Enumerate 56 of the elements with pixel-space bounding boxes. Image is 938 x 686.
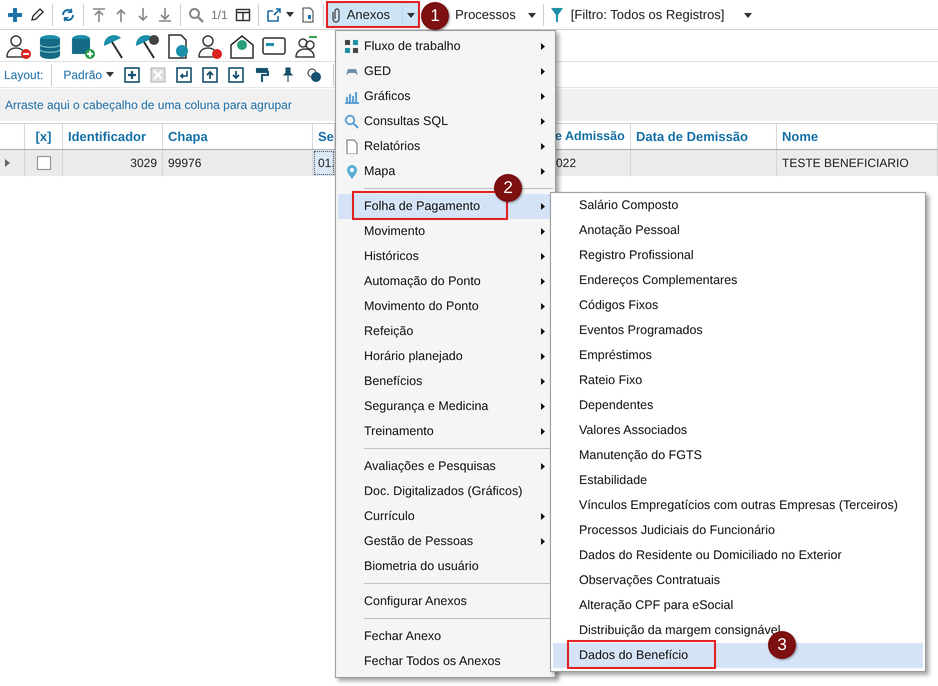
column-header[interactable]: Data de Demissão	[631, 124, 777, 149]
menu-item[interactable]: Valores Associados	[553, 418, 923, 443]
menu-item[interactable]: Anotação Pessoal	[553, 218, 923, 243]
menu-item[interactable]: Dados do Residente ou Domiciliado no Exterior	[553, 543, 923, 568]
menu-item[interactable]: Manutenção do FGTS	[553, 443, 923, 468]
menu-item[interactable]: Segurança e Medicina	[338, 394, 553, 419]
menu-item[interactable]: Movimento do Ponto	[338, 294, 553, 319]
menu-item[interactable]: Avaliações e Pesquisas	[338, 454, 553, 479]
layout-label: Layout:	[4, 66, 44, 84]
group-by-hint: Arraste aqui o cabeçalho de uma coluna para agrupar	[5, 97, 292, 114]
menu-item[interactable]: Eventos Programados	[553, 318, 923, 343]
table-cell: 01.	[313, 150, 335, 176]
menu-item[interactable]: Códigos Fixos	[553, 293, 923, 318]
column-header[interactable]: Identificador	[63, 124, 163, 149]
column-header[interactable]: Chapa	[163, 124, 313, 149]
layout-dropdown[interactable]: Padrão	[60, 64, 118, 86]
menu-item[interactable]: Fechar Anexo	[338, 624, 553, 649]
menu-item[interactable]: Dependentes	[553, 393, 923, 418]
menu-item[interactable]: Configurar Anexos	[338, 589, 553, 614]
menu-item[interactable]: Refeição	[338, 319, 553, 344]
menu-item[interactable]: Folha de Pagamento	[338, 194, 553, 219]
menu-item[interactable]: Observações Contratuais	[553, 568, 923, 593]
step-number: 1	[421, 2, 450, 30]
menu-item[interactable]: Automação do Ponto	[338, 269, 553, 294]
menu-item[interactable]: Consultas SQL	[338, 109, 553, 134]
menu-item[interactable]: Relatórios	[338, 134, 553, 159]
menu-item[interactable]: Registro Profissional	[553, 243, 923, 268]
menu-item[interactable]: Fechar Todos os Anexos	[338, 649, 553, 674]
menu-item[interactable]: Horário planejado	[338, 344, 553, 369]
attachments-button[interactable]: Anexos	[328, 2, 418, 26]
menu-item[interactable]: Movimento	[338, 219, 553, 244]
menu-item[interactable]: Treinamento	[338, 419, 553, 444]
menu-item[interactable]: Gráficos	[338, 84, 553, 109]
table-cell: 3029	[63, 150, 163, 176]
table-cell: TESTE BENEFICIARIO	[777, 150, 938, 176]
menu-item[interactable]: Currículo	[338, 504, 553, 529]
menu-item[interactable]: Rateio Fixo	[553, 368, 923, 393]
menu-item[interactable]: Doc. Digitalizados (Gráficos)	[338, 479, 553, 504]
column-header[interactable]: [x]	[25, 124, 63, 149]
page-counter: 1/1	[210, 6, 229, 24]
menu-item[interactable]: Alteração CPF para eSocial	[553, 593, 923, 618]
menu-item[interactable]: Empréstimos	[553, 343, 923, 368]
menu-item[interactable]: Fluxo de trabalho	[338, 34, 553, 59]
column-header[interactable]: Nome	[777, 124, 938, 149]
menu-item[interactable]: Benefícios	[338, 369, 553, 394]
processes-button[interactable]: Processos	[452, 2, 539, 26]
menu-item[interactable]: GED	[338, 59, 553, 84]
menu-item[interactable]: Históricos	[338, 244, 553, 269]
menu-item[interactable]: Biometria do usuário	[338, 554, 553, 579]
filter-button[interactable]: [Filtro: Todos os Registros]	[548, 2, 756, 26]
menu-item[interactable]: Estabilidade	[553, 468, 923, 493]
menu-item[interactable]: Salário Composto	[553, 193, 923, 218]
menu-item[interactable]: Gestão de Pessoas	[338, 529, 553, 554]
menu-item[interactable]: Vínculos Empregatícios com outras Empresas (Terceiros)	[553, 493, 923, 518]
menu-item[interactable]: Processos Judiciais do Funcionário	[553, 518, 923, 543]
menu-item[interactable]: Endereços Complementares	[553, 268, 923, 293]
